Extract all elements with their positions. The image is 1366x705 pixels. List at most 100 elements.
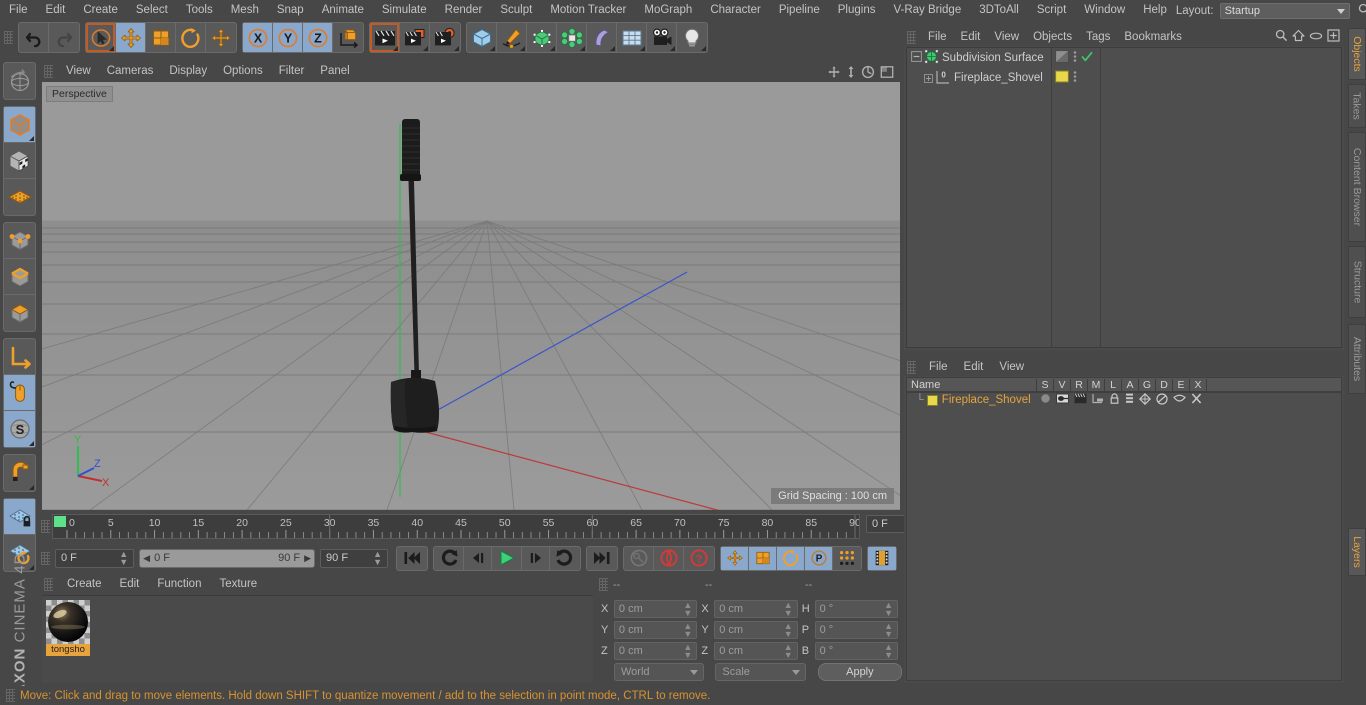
add-scene-object-button[interactable] bbox=[617, 23, 647, 52]
rotate-tool[interactable] bbox=[176, 23, 206, 52]
lock-z-axis-button[interactable]: Z bbox=[303, 23, 333, 52]
rotation-p-field[interactable]: 0 ° ▲ ▼ bbox=[814, 620, 899, 639]
stepper-icon[interactable]: ▲▼ bbox=[373, 550, 382, 567]
edge-mode-button[interactable] bbox=[4, 259, 35, 295]
viewport-menu-item-display[interactable]: Display bbox=[161, 63, 215, 80]
render-view-button[interactable] bbox=[370, 23, 400, 52]
go-to-next-keyframe-button[interactable] bbox=[550, 547, 580, 570]
expand-icon[interactable] bbox=[1327, 29, 1340, 45]
viewport-grip[interactable] bbox=[44, 65, 53, 78]
layer-column-e[interactable]: E bbox=[1173, 378, 1190, 391]
layer-column-l[interactable]: L bbox=[1105, 378, 1122, 391]
menu-item-script[interactable]: Script bbox=[1028, 2, 1075, 19]
size-z-field[interactable]: 0 cm ▲ ▼ bbox=[714, 641, 798, 660]
timeline-ruler[interactable]: 0 5 10 15 20 25 30 35 40 45 50 55 60 65 70 75 80 85 90 bbox=[52, 514, 860, 539]
search-icon[interactable] bbox=[1358, 3, 1366, 19]
size-y-field[interactable]: 0 cm ▲ ▼ bbox=[714, 620, 798, 639]
yellow-layer-tag-icon[interactable] bbox=[1055, 70, 1069, 86]
polygon-object-icon[interactable]: 0 bbox=[936, 70, 951, 87]
dock-tab-content-browser[interactable]: Content Browser bbox=[1348, 132, 1366, 242]
viewport-solo-button[interactable]: S bbox=[4, 411, 35, 447]
viewport-menu-item-cameras[interactable]: Cameras bbox=[99, 63, 162, 80]
layer-row[interactable]: └ Fireplace_Shovel bbox=[906, 392, 1342, 408]
enable-axis-modification-button[interactable] bbox=[4, 375, 35, 411]
ellipse-icon[interactable] bbox=[1309, 31, 1323, 44]
layer-list-body[interactable] bbox=[906, 392, 1342, 681]
coordinates-grip[interactable] bbox=[599, 578, 608, 591]
stepper-icon[interactable]: ▲▼ bbox=[683, 621, 692, 638]
preview-range-bar[interactable]: ◀ 0 F 90 F ▶ bbox=[139, 548, 316, 568]
stepper-icon[interactable]: ▲▼ bbox=[884, 621, 893, 638]
material-item[interactable]: tongsho bbox=[46, 600, 90, 656]
workplane-mode-button[interactable] bbox=[4, 179, 35, 215]
lock-toggle-icon[interactable] bbox=[1109, 393, 1120, 407]
layer-column-g[interactable]: G bbox=[1139, 378, 1156, 391]
keyframe-selection-button[interactable]: ? bbox=[684, 547, 714, 570]
model-mode-button[interactable] bbox=[4, 107, 35, 143]
stepper-icon[interactable]: ▲▼ bbox=[119, 550, 128, 567]
menu-item-mesh[interactable]: Mesh bbox=[222, 2, 268, 19]
menu-item-character[interactable]: Character bbox=[701, 2, 770, 19]
undo-view-button[interactable] bbox=[4, 63, 35, 99]
add-mograph-button[interactable] bbox=[557, 23, 587, 52]
object-row-fireplace-shovel[interactable]: 0 Fireplace_Shovel bbox=[907, 68, 1341, 88]
dolly-view-icon[interactable] bbox=[846, 65, 856, 79]
scale-key-button[interactable] bbox=[749, 546, 778, 570]
tag-dots-icon[interactable] bbox=[1073, 50, 1077, 66]
go-to-start-button[interactable] bbox=[397, 547, 427, 570]
stepper-icon[interactable]: ▲▼ bbox=[884, 642, 893, 659]
object-tree[interactable]: Subdivision Surface 0 Fireplace_Shovel bbox=[906, 47, 1342, 348]
menu-item-motion-tracker[interactable]: Motion Tracker bbox=[541, 2, 635, 19]
visible-toggle-icon[interactable] bbox=[1055, 393, 1069, 407]
range-left-arrow-icon[interactable]: ◀ bbox=[143, 553, 150, 564]
rotate-view-icon[interactable] bbox=[861, 65, 875, 79]
deformer-toggle-icon[interactable] bbox=[1156, 392, 1168, 408]
expand-box-icon[interactable] bbox=[924, 73, 933, 83]
menu-item-edit[interactable]: Edit bbox=[37, 2, 75, 19]
stepper-icon[interactable]: ▲▼ bbox=[683, 600, 692, 617]
layer-column-x[interactable]: X bbox=[1190, 378, 1207, 391]
material-menu-item-create[interactable]: Create bbox=[58, 576, 111, 593]
object-menu-item-file[interactable]: File bbox=[921, 29, 954, 46]
dock-tab-structure[interactable]: Structure bbox=[1348, 246, 1366, 318]
lock-workplane-button[interactable] bbox=[4, 499, 35, 535]
tag-dots-icon[interactable] bbox=[1073, 70, 1077, 86]
dock-tab-objects[interactable]: Objects bbox=[1348, 28, 1366, 80]
animbar-grip[interactable] bbox=[41, 551, 50, 565]
point-mode-button[interactable] bbox=[4, 223, 35, 259]
add-spline-button[interactable] bbox=[497, 23, 527, 52]
redo-button[interactable] bbox=[49, 23, 79, 52]
lock-y-axis-button[interactable]: Y bbox=[273, 23, 303, 52]
magnet-tool-button[interactable] bbox=[4, 455, 35, 491]
record-active-objects-button[interactable] bbox=[624, 546, 655, 570]
layer-column-a[interactable]: A bbox=[1122, 378, 1139, 391]
dock-tab-takes[interactable]: Takes bbox=[1348, 84, 1366, 128]
position-z-field[interactable]: 0 cm ▲ ▼ bbox=[613, 641, 698, 660]
rotation-h-field[interactable]: 0 ° ▲ ▼ bbox=[814, 599, 899, 618]
search-icon[interactable] bbox=[1275, 29, 1288, 45]
add-deformer-button[interactable] bbox=[587, 23, 617, 52]
menu-item-plugins[interactable]: Plugins bbox=[829, 2, 885, 19]
menu-item-pipeline[interactable]: Pipeline bbox=[770, 2, 829, 19]
live-selection-tool[interactable] bbox=[86, 23, 116, 52]
material-menu-item-texture[interactable]: Texture bbox=[210, 576, 266, 593]
position-key-button[interactable] bbox=[721, 546, 750, 570]
rotation-b-field[interactable]: 0 ° ▲ ▼ bbox=[814, 641, 899, 660]
apply-button[interactable]: Apply bbox=[817, 662, 902, 681]
menu-item-sculpt[interactable]: Sculpt bbox=[491, 2, 541, 19]
collapse-box-icon[interactable] bbox=[911, 51, 922, 65]
go-to-end-button[interactable] bbox=[587, 547, 617, 570]
render-settings-button[interactable] bbox=[430, 23, 460, 52]
menu-item-window[interactable]: Window bbox=[1075, 2, 1134, 19]
animation-toggle-icon[interactable] bbox=[1125, 393, 1134, 407]
coordinate-mode-dropdown[interactable]: Scale bbox=[715, 662, 806, 681]
lock-x-axis-button[interactable]: X bbox=[243, 23, 273, 52]
material-grip[interactable] bbox=[44, 578, 53, 591]
menu-item-create[interactable]: Create bbox=[74, 2, 127, 19]
status-grip[interactable] bbox=[6, 689, 15, 702]
play-button[interactable] bbox=[492, 546, 523, 570]
layer-color-swatch[interactable] bbox=[926, 394, 938, 406]
generator-toggle-icon[interactable] bbox=[1138, 392, 1151, 408]
go-to-previous-keyframe-button[interactable] bbox=[434, 546, 465, 570]
viewport-menu-item-panel[interactable]: Panel bbox=[312, 63, 357, 80]
